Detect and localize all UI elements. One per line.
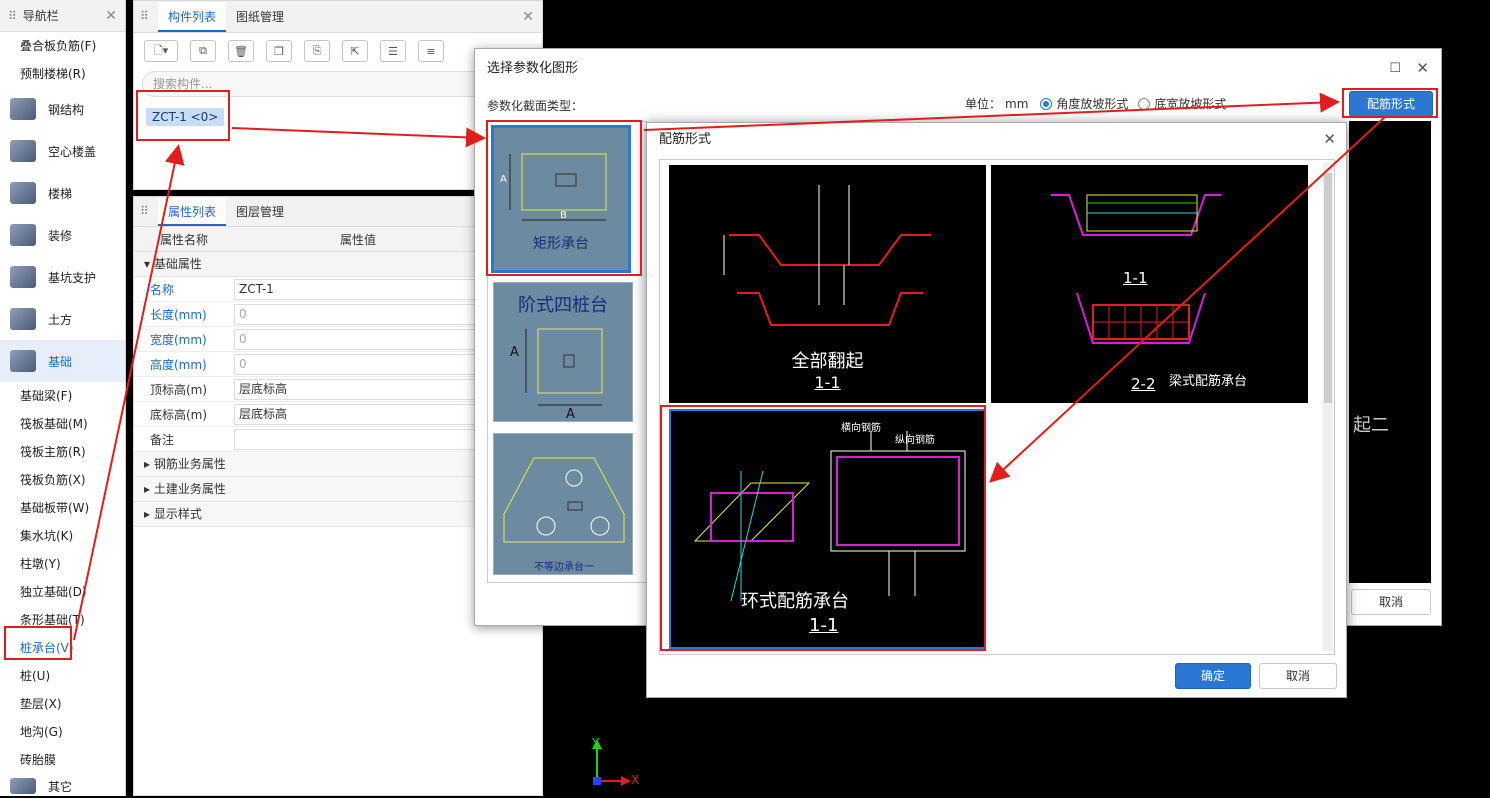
close-icon[interactable]: ✕ — [1416, 59, 1429, 77]
grip-icon[interactable]: ⠿ — [8, 9, 17, 23]
nav-cat-stairs[interactable]: 楼梯 — [0, 172, 125, 214]
nav-cat-pit-support[interactable]: 基坑支护 — [0, 256, 125, 298]
hollow-floor-icon — [10, 140, 36, 162]
cell-title: 全部翻起 — [791, 351, 864, 372]
nav-sub-item[interactable]: 柱墩(Y) — [0, 550, 125, 578]
nav-sub-item[interactable]: 筏板基础(M) — [0, 410, 125, 438]
annotation-box-component — [136, 90, 230, 141]
tab-component-list[interactable]: 构件列表 — [158, 2, 227, 32]
scrollbar[interactable] — [1323, 163, 1333, 651]
close-icon[interactable]: ✕ — [105, 8, 117, 24]
radio-width[interactable] — [1138, 97, 1151, 110]
maximize-icon[interactable]: ☐ — [1389, 61, 1401, 76]
nav-sub-item[interactable]: 独立基础(D) — [0, 578, 125, 606]
nav-sub-item[interactable]: 筏板负筋(X) — [0, 466, 125, 494]
nav-title: 导航栏 — [22, 9, 59, 23]
axis-x-label: X — [631, 773, 640, 787]
steel-icon — [10, 98, 36, 120]
nav-cat-earthwork[interactable]: 土方 — [0, 298, 125, 340]
beam-cap-drawing — [1051, 194, 1221, 344]
axis-y-label: Y — [592, 736, 600, 750]
export-icon[interactable]: ⇱ — [342, 40, 368, 62]
rebar-option-beam-cap[interactable]: 1-1 2-2 梁式配筋承台 — [991, 165, 1308, 403]
nav-sub-item[interactable]: 集水坑(K) — [0, 522, 125, 550]
filter-icon[interactable]: ≡ — [418, 40, 444, 62]
annotation-box-rebar-button — [1342, 88, 1438, 118]
nav-cat-other[interactable]: 其它 — [0, 774, 125, 798]
grip-icon[interactable]: ⠿ — [140, 9, 149, 23]
thumb-unequal-cap[interactable]: 不等边承台一 — [493, 433, 633, 575]
col-name: 属性名称 — [160, 232, 209, 247]
nav-cat-foundation[interactable]: 基础 — [0, 340, 125, 382]
cell-section: 1-1 — [814, 373, 841, 392]
earthwork-icon — [10, 308, 36, 330]
cancel-button[interactable]: 取消 — [1259, 663, 1337, 689]
close-icon[interactable]: ✕ — [1323, 130, 1336, 148]
preview-label: 起二 — [1353, 415, 1389, 436]
nav-sub-item[interactable]: 砖胎膜 — [0, 746, 125, 774]
nav-header: ⠿ 导航栏 ✕ — [0, 0, 125, 32]
decoration-icon — [10, 224, 36, 246]
thumb-label: 阶式四桩台 — [518, 295, 608, 316]
nav-cat-steel[interactable]: 钢结构 — [0, 88, 125, 130]
nav-item-composite-slab[interactable]: 叠合板负筋(F) — [0, 32, 125, 60]
thumb-step-four-pile[interactable]: 阶式四桩台 A A — [493, 282, 633, 422]
cancel-button[interactable]: 取消 — [1351, 589, 1431, 615]
other-icon — [10, 778, 36, 794]
rebar-option-all-bent[interactable]: 全部翻起 1-1 — [669, 165, 986, 403]
unequal-cap-drawing — [503, 457, 625, 543]
nav-sub-item[interactable]: 桩(U) — [0, 662, 125, 690]
step-cap-drawing — [525, 328, 603, 406]
nav-sub-item[interactable]: 筏板主筋(R) — [0, 438, 125, 466]
tab-layer-manage[interactable]: 图层管理 — [226, 198, 294, 226]
tab-drawing-manage[interactable]: 图纸管理 — [226, 2, 294, 32]
unit-row: 单位： mm 角度放坡形式 底宽放坡形式 — [965, 96, 1227, 112]
section-type-label: 参数化截面类型： — [487, 99, 584, 113]
nav-sub-item[interactable]: 地沟(G) — [0, 718, 125, 746]
list-icon[interactable]: ☰ — [380, 40, 406, 62]
annotation-box-rect-cap — [486, 120, 642, 276]
dialog-title: 选择参数化图形 — [487, 61, 579, 76]
stairs-icon — [10, 182, 36, 204]
nav-sub-item[interactable]: 基础板带(W) — [0, 494, 125, 522]
cell-section: 1-1 — [1123, 269, 1148, 287]
nav-sub-item[interactable]: 垫层(X) — [0, 690, 125, 718]
preview-panel: 起二 — [1349, 121, 1431, 583]
grip-icon[interactable]: ⠿ — [140, 204, 149, 218]
nav-cat-hollow-floor[interactable]: 空心楼盖 — [0, 130, 125, 172]
copy-icon[interactable]: ⧉ — [190, 40, 216, 62]
import-icon[interactable]: ⎘ — [304, 40, 330, 62]
dialog-title: 配筋形式 — [659, 132, 712, 147]
foundation-icon — [10, 350, 36, 372]
new-icon[interactable]: 🗋▾ — [144, 40, 178, 62]
close-icon[interactable]: ✕ — [522, 9, 534, 25]
nav-sub-item[interactable]: 基础梁(F) — [0, 382, 125, 410]
nav-cat-decoration[interactable]: 装修 — [0, 214, 125, 256]
pit-support-icon — [10, 266, 36, 288]
component-tabs: ⠿ 构件列表 图纸管理 ✕ — [134, 1, 542, 33]
delete-icon[interactable]: 🗑 — [228, 40, 254, 62]
cell-title: 梁式配筋承台 — [1169, 374, 1248, 389]
nav-item-precast-stair[interactable]: 预制楼梯(R) — [0, 60, 125, 88]
radio-angle[interactable] — [1040, 97, 1053, 110]
thumb-label: 不等边承台一 — [534, 562, 594, 573]
navigation-panel: ⠿ 导航栏 ✕ 叠合板负筋(F) 预制楼梯(R) 钢结构 空心楼盖 楼梯 装修 … — [0, 0, 126, 796]
tab-property-list[interactable]: 属性列表 — [158, 198, 227, 226]
ok-button[interactable]: 确定 — [1175, 663, 1251, 689]
duplicate-icon[interactable]: ❐ — [266, 40, 292, 62]
annotation-box-ring-cap — [660, 405, 986, 651]
cell-section: 2-2 — [1131, 375, 1156, 393]
annotation-box-pile-cap — [4, 626, 72, 660]
